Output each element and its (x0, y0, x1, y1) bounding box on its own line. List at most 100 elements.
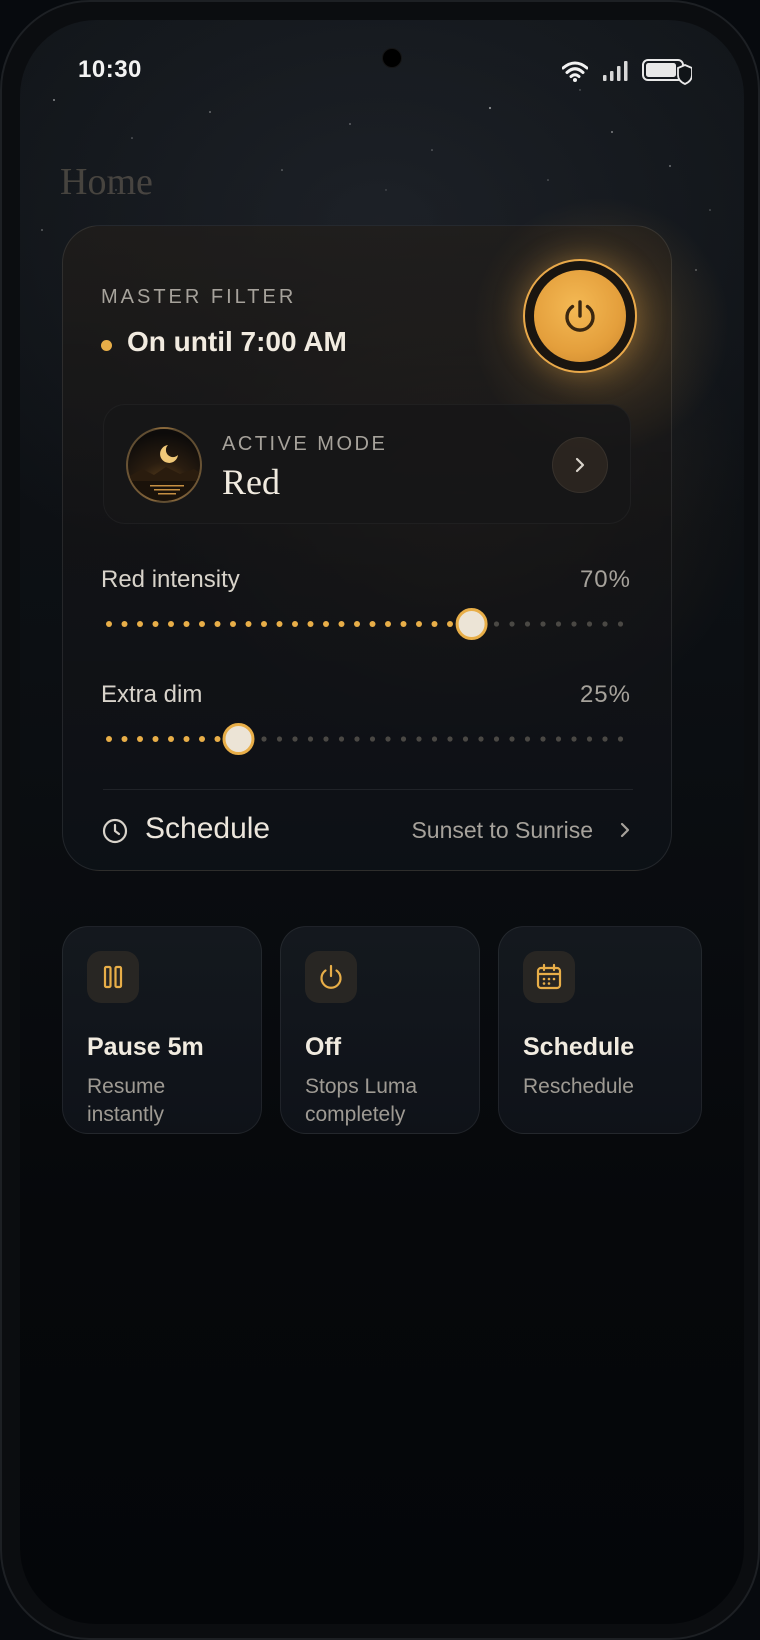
master-filter-status: On until 7:00 AM (127, 326, 347, 357)
slider-dot-active (168, 621, 174, 627)
red-intensity-value: 70% (579, 566, 631, 593)
slider-dot-active (369, 621, 376, 627)
slider-dot-inactive (509, 736, 515, 742)
moon-landscape-icon (128, 445, 200, 501)
slider-dot-inactive (586, 621, 593, 627)
slider-dot-active (292, 621, 298, 627)
slider-dot-inactive (555, 736, 562, 742)
quick-action-title: Pause 5m (87, 1033, 204, 1061)
slider-dots (106, 608, 624, 640)
wifi-icon (562, 61, 588, 82)
slider-dot-active (385, 621, 391, 627)
master-filter-card: MASTER FILTER On until 7:00 AM ACTIVE MO… (62, 196, 731, 871)
quick-action-icon-box (87, 951, 139, 1003)
slider-dot-inactive (617, 736, 624, 742)
quick-action-icon-box (305, 951, 357, 1003)
slider-dot-inactive (571, 621, 577, 627)
extra-dim-slider[interactable] (103, 723, 633, 755)
slider-dot-active (230, 621, 236, 627)
slider-thumb[interactable] (222, 723, 255, 755)
slider-dot-inactive (323, 736, 329, 742)
slider-dot-active (400, 621, 407, 627)
slider-dot-active (214, 736, 221, 742)
pause-icon (103, 965, 123, 989)
power-button-face (534, 270, 626, 362)
slider-dot-active (106, 621, 112, 627)
active-mode-label: ACTIVE MODE (222, 433, 388, 455)
slider-dot-inactive (586, 736, 593, 742)
quick-action-title: Off (305, 1033, 342, 1061)
active-mode-selector[interactable]: ACTIVE MODE Red (103, 404, 631, 524)
calendar-icon (536, 963, 562, 990)
slider-dot-active (276, 621, 283, 627)
slider-dot-active (152, 621, 159, 627)
slider-dot-inactive (385, 736, 391, 742)
slider-dot-inactive (524, 621, 531, 627)
status-dot (101, 340, 112, 351)
slider-dot-inactive (292, 736, 298, 742)
slider-thumb[interactable] (455, 608, 488, 640)
slider-dot-inactive (338, 736, 345, 742)
slider-dot-inactive (524, 736, 531, 742)
slider-dot-active (416, 621, 422, 627)
slider-dot-active (137, 621, 143, 627)
page-title: Home (60, 161, 153, 203)
chevron-right-icon (575, 457, 585, 473)
status-bar: 10:30 (20, 20, 744, 120)
quick-action-off[interactable]: Off Stops Luma completely (280, 926, 480, 1134)
red-intensity-slider[interactable] (103, 608, 633, 640)
slider-dot-active (323, 621, 329, 627)
slider-dot-inactive (509, 621, 515, 627)
slider-dot-active (121, 621, 128, 627)
slider-dot-inactive (493, 736, 500, 742)
slider-dot-inactive (478, 736, 484, 742)
slider-dots (106, 723, 624, 755)
slider-dot-active (447, 621, 453, 627)
master-filter-label: MASTER FILTER (101, 286, 297, 308)
quick-action-subtitle: Reschedule (523, 1075, 634, 1098)
quick-action-schedule[interactable]: Schedule Reschedule (498, 926, 702, 1134)
slider-dot-active (183, 736, 190, 742)
slider-dot-inactive (555, 621, 562, 627)
slider-dot-inactive (400, 736, 407, 742)
slider-dot-inactive (354, 736, 360, 742)
slider-dot-inactive (617, 621, 624, 627)
signal-icon (603, 61, 628, 81)
screen: 10:30 Home MASTER FILTER On until 7:00 A… (20, 20, 744, 1624)
slider-dot-active (106, 736, 112, 742)
power-icon (565, 300, 595, 332)
slider-dot-inactive (540, 736, 546, 742)
slider-dot-active (183, 621, 190, 627)
quick-action-pause[interactable]: Pause 5m Resume instantly (62, 926, 262, 1134)
slider-dot-active (431, 621, 438, 627)
schedule-value[interactable]: Sunset to Sunrise (411, 817, 593, 844)
clock-icon (102, 818, 128, 844)
slider-dot-active (152, 736, 159, 742)
slider-dot-active (214, 621, 221, 627)
slider-dot-inactive (540, 621, 546, 627)
slider-dot-inactive (431, 736, 438, 742)
quick-action-subtitle: Resume instantly (87, 1075, 166, 1126)
chevron-right-icon[interactable] (619, 821, 631, 839)
slider-dot-inactive (416, 736, 422, 742)
slider-dot-inactive (462, 736, 469, 742)
extra-dim-value: 25% (579, 681, 631, 708)
slider-dot-inactive (571, 736, 577, 742)
slider-dot-inactive (276, 736, 283, 742)
slider-dot-inactive (447, 736, 453, 742)
quick-action-subtitle: Stops Luma completely (305, 1075, 418, 1126)
slider-dot-active (354, 621, 360, 627)
quick-action-title: Schedule (523, 1033, 635, 1061)
status-time: 10:30 (78, 56, 142, 83)
schedule-label[interactable]: Schedule (145, 812, 270, 846)
master-power-button[interactable] (523, 259, 637, 373)
slider-dot-inactive (261, 736, 267, 742)
slider-dot-active (338, 621, 345, 627)
mode-thumbnail (126, 427, 202, 503)
slider-dot-inactive (602, 736, 608, 742)
slider-dot-inactive (307, 736, 314, 742)
slider-dot-inactive (369, 736, 376, 742)
mode-chevron-button[interactable] (552, 437, 608, 493)
slider-dot-active (307, 621, 314, 627)
slider-dot-inactive (602, 621, 608, 627)
